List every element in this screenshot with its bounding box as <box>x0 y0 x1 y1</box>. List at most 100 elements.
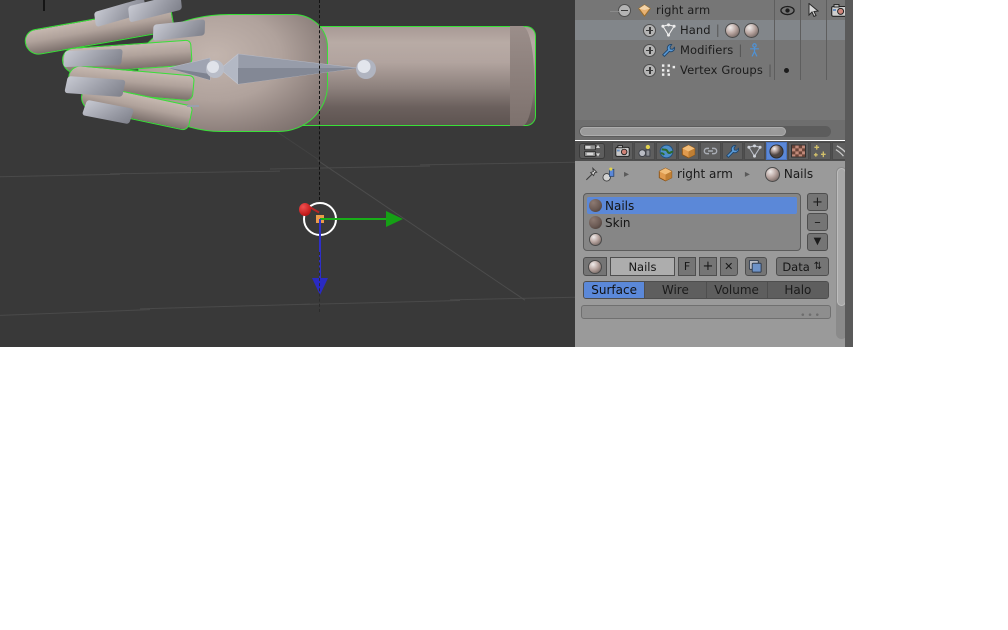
expand-toggle-icon[interactable] <box>643 63 656 77</box>
material-sphere-icon <box>764 166 780 182</box>
material-specials-menu-button[interactable]: ▼ <box>807 233 828 251</box>
breadcrumb-separator: ▸ <box>744 168 750 180</box>
remove-material-slot-button[interactable]: – <box>807 213 828 231</box>
outliner-row-right-arm[interactable]: right arm <box>575 0 852 20</box>
manipulator-z-arrow[interactable] <box>312 278 328 295</box>
expand-toggle-icon[interactable] <box>643 43 656 57</box>
outliner-columns <box>774 60 852 80</box>
panel-grip-dots: ••• <box>800 311 822 321</box>
outliner-row-vertex-groups[interactable]: Vertex Groups | <box>575 60 852 80</box>
outliner-columns <box>774 0 852 20</box>
grid-line <box>140 303 310 310</box>
mesh-data-icon <box>661 23 676 37</box>
properties-header[interactable] <box>575 141 853 161</box>
tab-volume[interactable]: Volume <box>706 282 768 298</box>
material-sphere-icon[interactable] <box>743 22 759 38</box>
data-dropdown-label: Data <box>782 259 810 274</box>
outliner-label: Modifiers <box>680 43 734 57</box>
tab-scene[interactable] <box>634 142 655 160</box>
material-slot-item-empty[interactable] <box>587 231 797 248</box>
breadcrumb-separator: ▸ <box>624 168 630 180</box>
vertex-group-icon <box>661 63 676 77</box>
outliner-separator: | <box>738 43 743 57</box>
outliner-columns <box>774 20 852 40</box>
tab-render[interactable] <box>612 142 633 160</box>
3d-viewport[interactable] <box>0 0 575 347</box>
outliner[interactable]: right arm Hand | Modifiers | Vertex Grou… <box>575 0 853 140</box>
bone-axis-dashed-line-lower <box>319 252 320 312</box>
outliner-row-hand[interactable]: Hand | <box>575 20 852 40</box>
properties-tab-group[interactable] <box>612 142 853 160</box>
tab-wire[interactable]: Wire <box>645 282 707 298</box>
tab-constraints[interactable] <box>700 142 721 160</box>
outliner-columns <box>774 40 852 60</box>
material-sphere-icon[interactable] <box>724 22 740 38</box>
outliner-separator: | <box>715 23 720 37</box>
new-material-button[interactable]: + <box>699 257 717 276</box>
grid-line <box>0 309 150 316</box>
collapse-toggle-icon[interactable] <box>610 3 631 17</box>
chevron-down-icon: ▼ <box>813 236 822 247</box>
grid-line <box>110 170 280 175</box>
bone-axis-dashed-line <box>319 0 320 200</box>
material-slot-label: Nails <box>605 198 635 213</box>
fingernail-mesh <box>64 76 126 97</box>
unlink-material-button[interactable]: ✕ <box>719 257 738 276</box>
browse-material-button[interactable] <box>583 257 607 276</box>
scrollbar-thumb[interactable] <box>580 127 786 136</box>
grid-line <box>270 165 430 170</box>
object-context-icon <box>602 166 617 182</box>
armature-icon <box>637 3 652 18</box>
fingernail-mesh <box>63 48 123 68</box>
material-data-dropdown[interactable]: Data ⇅ <box>775 257 829 276</box>
tab-object-data[interactable] <box>744 142 765 160</box>
plus-icon: + <box>812 194 823 210</box>
properties-editor[interactable]: ▸ right arm ▸ Nails Nails Skin + – ▼ Nai… <box>575 141 853 347</box>
tab-texture[interactable] <box>788 142 809 160</box>
outliner-label: right arm <box>656 3 711 17</box>
material-name-field[interactable]: Nails <box>609 257 676 276</box>
empty-desktop-area <box>853 0 1008 347</box>
tab-object[interactable] <box>678 142 699 160</box>
manipulator-y-axis[interactable] <box>320 218 394 220</box>
outliner-horizontal-scrollbar[interactable] <box>579 126 831 137</box>
material-slot-item[interactable]: Nails <box>587 197 797 214</box>
translate-manipulator[interactable] <box>286 0 426 312</box>
outliner-empty-row <box>575 80 852 100</box>
expand-toggle-icon[interactable] <box>643 23 656 37</box>
hand-arm-mesh[interactable] <box>18 0 536 155</box>
manipulator-x-arrow[interactable] <box>299 203 311 216</box>
add-material-slot-button[interactable]: + <box>807 193 828 211</box>
panel-header-stub[interactable]: ••• <box>581 305 831 321</box>
pin-icon[interactable] <box>583 166 598 182</box>
fake-user-button[interactable]: F <box>678 257 696 276</box>
armature-modifier-icon[interactable] <box>747 42 762 58</box>
tab-halo[interactable]: Halo <box>767 282 828 298</box>
material-slot-list[interactable]: Nails Skin <box>583 193 801 251</box>
material-slot-item[interactable]: Skin <box>587 214 797 231</box>
editor-type-selector[interactable] <box>579 143 605 159</box>
tab-modifiers[interactable] <box>722 142 743 160</box>
minus-icon: – <box>814 214 821 230</box>
material-datablock-row[interactable]: Nails F + ✕ Data ⇅ <box>583 257 829 276</box>
breadcrumb-object[interactable]: right arm <box>677 167 733 181</box>
breadcrumb: ▸ right arm ▸ Nails <box>575 161 837 187</box>
outliner-label: Hand <box>680 23 711 37</box>
tab-world[interactable] <box>656 142 677 160</box>
material-type-tabs[interactable]: Surface Wire Volume Halo <box>583 281 829 299</box>
copy-material-icon[interactable] <box>744 257 767 276</box>
grid-line <box>0 173 120 178</box>
tab-material[interactable] <box>766 142 787 160</box>
breadcrumb-material[interactable]: Nails <box>784 167 813 181</box>
blender-window: right arm Hand | Modifiers | Vertex Grou… <box>0 0 1008 630</box>
manipulator-y-arrow[interactable] <box>386 211 403 227</box>
outliner-empty-row <box>575 100 852 120</box>
tab-surface[interactable]: Surface <box>584 282 646 298</box>
outliner-row-modifiers[interactable]: Modifiers | <box>575 40 852 60</box>
material-slot-label: Skin <box>605 215 631 230</box>
material-sphere-icon <box>589 216 602 229</box>
updown-arrows-icon: ⇅ <box>813 261 823 272</box>
outliner-label: Vertex Groups <box>680 63 763 77</box>
tab-particles[interactable] <box>810 142 831 160</box>
forearm-cap <box>510 26 534 126</box>
